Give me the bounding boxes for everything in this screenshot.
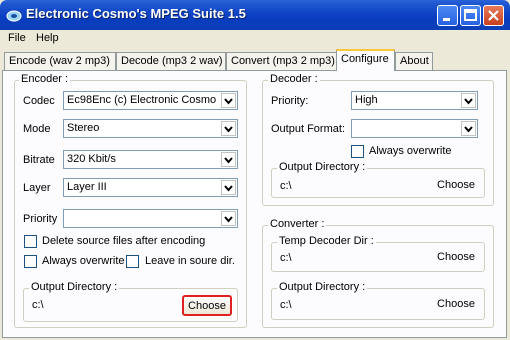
codec-label: Codec xyxy=(23,95,55,107)
encoder-priority-label: Priority xyxy=(23,213,58,225)
temp-decoder-dir-label: Temp Decoder Dir : xyxy=(277,235,376,247)
output-format-label: Output Format: xyxy=(271,123,345,135)
maximize-button[interactable] xyxy=(460,5,481,26)
encoder-always-overwrite-label: Always overwrite xyxy=(42,255,125,267)
close-icon xyxy=(488,10,499,21)
minimize-button[interactable] xyxy=(437,5,458,26)
converter-output-dir-choose-button[interactable]: Choose xyxy=(431,295,481,316)
encoder-priority-select[interactable] xyxy=(63,209,238,228)
decoder-always-overwrite-checkbox[interactable] xyxy=(351,145,364,158)
menu-file[interactable]: File xyxy=(8,32,26,44)
tab-about[interactable]: About xyxy=(395,52,433,70)
decoder-output-dir-label: Output Directory : xyxy=(277,161,368,173)
tab-encode[interactable]: Encode (wav 2 mp3) xyxy=(4,52,116,70)
decoder-group-label: Decoder : xyxy=(268,73,320,85)
encoder-group-label: Encoder : xyxy=(19,73,71,85)
temp-decoder-dir-choose-button[interactable]: Choose xyxy=(431,248,481,269)
output-format-select[interactable] xyxy=(351,119,478,138)
mode-value: Stereo xyxy=(67,122,100,134)
tab-decode[interactable]: Decode (mp3 2 wav) xyxy=(116,52,226,70)
converter-output-dir-path: c:\ xyxy=(280,299,292,311)
chevron-down-icon[interactable] xyxy=(221,152,236,167)
layer-value: Layer III xyxy=(67,181,107,193)
chevron-down-icon[interactable] xyxy=(221,180,236,195)
leave-in-source-checkbox[interactable] xyxy=(126,255,139,268)
close-button[interactable] xyxy=(483,5,504,26)
tab-convert[interactable]: Convert (mp3 2 mp3) xyxy=(226,52,337,70)
maximize-icon xyxy=(464,9,477,21)
chevron-down-icon[interactable] xyxy=(221,93,236,108)
minimize-icon xyxy=(443,18,450,21)
leave-in-source-label: Leave in soure dir. xyxy=(145,255,235,267)
decoder-priority-label: Priority: xyxy=(271,95,309,107)
bitrate-select[interactable]: 320 Kbit/s xyxy=(63,150,238,169)
chevron-down-icon[interactable] xyxy=(461,93,476,108)
menu-help[interactable]: Help xyxy=(36,32,59,44)
converter-output-dir-label: Output Directory : xyxy=(277,281,368,293)
delete-source-checkbox[interactable] xyxy=(24,235,37,248)
window-title: Electronic Cosmo's MPEG Suite 1.5 xyxy=(26,6,246,21)
decoder-output-dir-path: c:\ xyxy=(280,180,292,192)
bitrate-label: Bitrate xyxy=(23,154,55,166)
menu-bar xyxy=(0,30,510,48)
bitrate-value: 320 Kbit/s xyxy=(67,153,116,165)
layer-select[interactable]: Layer III xyxy=(63,178,238,197)
chevron-down-icon[interactable] xyxy=(221,211,236,226)
decoder-priority-select[interactable]: High xyxy=(351,91,478,110)
mode-label: Mode xyxy=(23,123,51,135)
converter-group-label: Converter : xyxy=(268,218,327,230)
layer-label: Layer xyxy=(23,182,51,194)
app-icon xyxy=(6,7,22,23)
codec-value: Ec98Enc (c) Electronic Cosmo xyxy=(67,94,217,106)
decoder-priority-value: High xyxy=(355,94,378,106)
chevron-down-icon[interactable] xyxy=(221,121,236,136)
mode-select[interactable]: Stereo xyxy=(63,119,238,138)
decoder-output-dir-choose-button[interactable]: Choose xyxy=(431,176,481,197)
encoder-output-dir-label: Output Directory : xyxy=(29,281,120,293)
decoder-always-overwrite-label: Always overwrite xyxy=(369,145,452,157)
encoder-always-overwrite-checkbox[interactable] xyxy=(24,255,37,268)
tab-configure[interactable]: Configure xyxy=(336,49,395,71)
temp-decoder-dir-path: c:\ xyxy=(280,252,292,264)
delete-source-label: Delete source files after encoding xyxy=(42,235,206,247)
codec-select[interactable]: Ec98Enc (c) Electronic Cosmo xyxy=(63,91,238,110)
chevron-down-icon[interactable] xyxy=(461,121,476,136)
encoder-output-dir-choose-button[interactable]: Choose xyxy=(182,295,232,316)
encoder-output-dir-path: c:\ xyxy=(32,299,44,311)
